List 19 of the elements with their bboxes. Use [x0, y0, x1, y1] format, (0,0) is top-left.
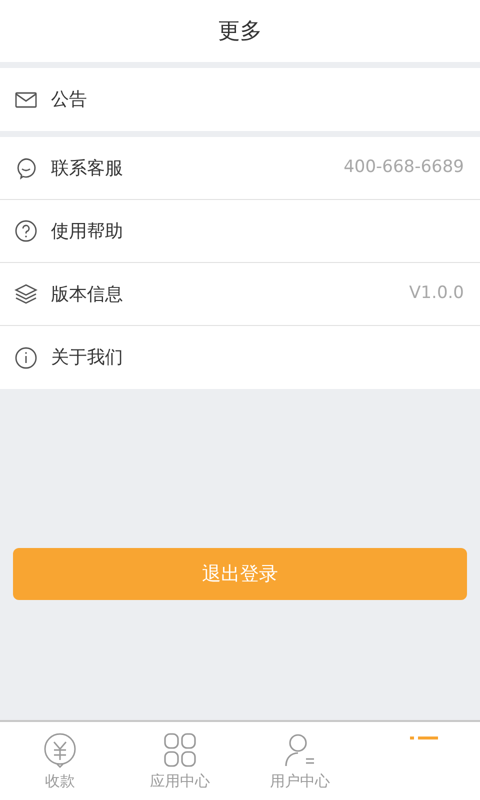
- yuan-icon: [42, 732, 78, 768]
- menu-item[interactable]: 联系客服 400-668-6689: [0, 137, 480, 200]
- layers-icon: [14, 282, 38, 306]
- menu-value: V1.0.0: [409, 282, 464, 306]
- page-title: 更多: [218, 18, 262, 46]
- menu-label: 版本信息: [51, 282, 123, 306]
- list-icon: [410, 736, 438, 740]
- menu-item[interactable]: 公告: [0, 68, 480, 131]
- menu-label: 使用帮助: [51, 220, 123, 244]
- menu-label: 联系客服: [51, 156, 123, 180]
- menu-value: 400-668-6689: [344, 156, 464, 180]
- menu-item[interactable]: 关于我们: [0, 326, 480, 389]
- info-icon: [14, 346, 38, 370]
- grid-icon: [162, 732, 198, 768]
- menu-item[interactable]: 版本信息 V1.0.0: [0, 263, 480, 326]
- menu-item[interactable]: 使用帮助: [0, 200, 480, 263]
- help-icon: [14, 219, 38, 243]
- menu-label: 关于我们: [51, 346, 123, 370]
- menu-label: 公告: [51, 88, 87, 112]
